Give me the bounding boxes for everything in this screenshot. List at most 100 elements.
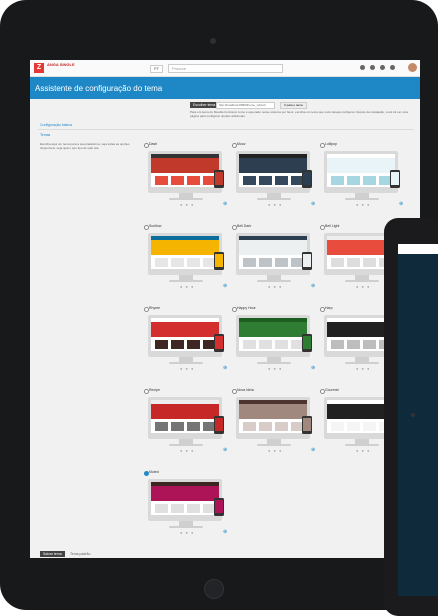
zoom-icon[interactable]: ⊕ xyxy=(311,284,315,289)
theme-card[interactable]: Recipe ● ● ● ⊕ xyxy=(144,388,228,456)
carousel-dots[interactable]: ● ● ● xyxy=(356,367,370,371)
phone-preview-screen xyxy=(215,336,223,349)
preview-block xyxy=(187,258,200,267)
preview-block xyxy=(187,340,200,349)
zoom-icon[interactable]: ⊕ xyxy=(223,366,227,371)
theme-card-header[interactable]: Recipe xyxy=(144,388,228,394)
carousel-dots[interactable]: ● ● ● xyxy=(268,203,282,207)
phone-camera xyxy=(411,413,415,417)
zoom-icon[interactable]: ⊕ xyxy=(223,202,227,207)
theme-card-header[interactable]: Bell Dark xyxy=(232,224,316,230)
theme-card[interactable]: Bell Dark ● ● ● ⊕ xyxy=(232,224,316,292)
go-button[interactable]: Ir para o tema xyxy=(280,102,307,109)
logo-icon[interactable]: Z xyxy=(34,63,44,73)
theme-card[interactable]: Sunflow ● ● ● ⊕ xyxy=(144,224,228,292)
theme-preview[interactable] xyxy=(148,397,222,439)
preview-block xyxy=(187,176,200,185)
preview-block xyxy=(347,258,360,267)
search-input[interactable]: Procure xyxy=(168,64,283,73)
theme-preview[interactable] xyxy=(236,233,310,275)
theme-preview[interactable] xyxy=(148,479,222,521)
theme-card-header[interactable]: Nova Ideia xyxy=(232,388,316,394)
theme-card[interactable]: Moov ● ● ● ⊕ xyxy=(232,142,316,210)
theme-card-header[interactable]: Sunflow xyxy=(144,224,228,230)
theme-name: Recipe xyxy=(149,388,160,392)
preview-hero xyxy=(151,240,219,255)
preview-row xyxy=(243,340,304,349)
monitor-foot xyxy=(169,362,203,364)
theme-card-header[interactable]: Moov xyxy=(232,142,316,148)
zoom-icon[interactable]: ⊕ xyxy=(399,202,403,207)
theme-card[interactable]: Happy Hour ● ● ● ⊕ xyxy=(232,306,316,374)
carousel-dots[interactable]: ● ● ● xyxy=(268,367,282,371)
carousel-dots[interactable]: ● ● ● xyxy=(180,449,194,453)
notification-icon[interactable] xyxy=(360,65,365,70)
preview-block xyxy=(363,422,376,431)
zoom-icon[interactable]: ⊕ xyxy=(311,202,315,207)
theme-preview[interactable] xyxy=(236,151,310,193)
section-themes[interactable]: Temas xyxy=(40,133,50,138)
avatar[interactable] xyxy=(408,63,417,72)
carousel-dots[interactable]: ● ● ● xyxy=(356,285,370,289)
carousel-dots[interactable]: ● ● ● xyxy=(180,203,194,207)
save-button[interactable]: Salvar tema xyxy=(40,551,65,557)
phone-preview xyxy=(214,252,224,270)
theme-card-header[interactable]: Happy Hour xyxy=(232,306,316,312)
carousel-dots[interactable]: ● ● ● xyxy=(268,285,282,289)
preview-block xyxy=(259,176,272,185)
choose-theme-button[interactable]: Escolher tema xyxy=(190,102,219,108)
preview-block xyxy=(155,176,168,185)
theme-card-header[interactable]: Rhyme xyxy=(144,306,228,312)
default-theme-link[interactable]: Tema padrão xyxy=(70,551,90,557)
theme-card[interactable]: Lollipop ● ● ● ⊕ xyxy=(320,142,404,210)
theme-preview-screen xyxy=(151,236,219,269)
message-icon[interactable] xyxy=(370,65,375,70)
preview-block xyxy=(363,176,376,185)
theme-card[interactable]: Nova Ideia ● ● ● ⊕ xyxy=(232,388,316,456)
carousel-dots[interactable]: ● ● ● xyxy=(268,449,282,453)
settings-icon[interactable] xyxy=(380,65,385,70)
help-icon[interactable] xyxy=(390,65,395,70)
theme-preview[interactable] xyxy=(236,397,310,439)
zoom-icon[interactable]: ⊕ xyxy=(223,530,227,535)
theme-card[interactable]: Dash ● ● ● ⊕ xyxy=(144,142,228,210)
theme-preview[interactable] xyxy=(324,151,398,193)
section-general[interactable]: Configuração básica xyxy=(40,123,72,128)
page-banner: Assistente de configuração do tema xyxy=(30,77,420,99)
carousel-dots[interactable]: ● ● ● xyxy=(180,367,194,371)
preview-row xyxy=(331,422,392,431)
zoom-icon[interactable]: ⊕ xyxy=(223,448,227,453)
monitor-foot xyxy=(169,198,203,200)
language-selector[interactable]: PT xyxy=(150,65,164,73)
theme-url-input[interactable]: http://localhost:8080/theme_wizard xyxy=(216,102,275,109)
theme-preview-screen xyxy=(239,154,307,187)
preview-row xyxy=(243,422,304,431)
preview-block xyxy=(259,258,272,267)
zoom-icon[interactable]: ⊕ xyxy=(311,448,315,453)
theme-card-header[interactable]: Dash xyxy=(144,142,228,148)
carousel-dots[interactable]: ● ● ● xyxy=(356,203,370,207)
theme-card[interactable]: Muted ● ● ● ⊕ xyxy=(144,470,228,538)
preview-row xyxy=(331,176,392,185)
theme-preview[interactable] xyxy=(148,233,222,275)
theme-preview[interactable] xyxy=(148,151,222,193)
carousel-dots[interactable]: ● ● ● xyxy=(180,285,194,289)
tablet-frame: Z ANGA SINGLE PT Procure Assistente de c… xyxy=(0,0,438,610)
preview-row xyxy=(243,176,304,185)
theme-card[interactable]: Rhyme ● ● ● ⊕ xyxy=(144,306,228,374)
carousel-dots[interactable]: ● ● ● xyxy=(180,531,194,535)
theme-card-header[interactable]: Lollipop xyxy=(320,142,404,148)
theme-preview-screen xyxy=(151,154,219,187)
phone-preview-screen xyxy=(303,254,311,267)
phone-preview xyxy=(302,252,312,270)
preview-block xyxy=(171,422,184,431)
preview-block xyxy=(243,176,256,185)
theme-preview[interactable] xyxy=(148,315,222,357)
theme-card-header[interactable]: Muted xyxy=(144,470,228,476)
preview-block xyxy=(363,258,376,267)
zoom-icon[interactable]: ⊕ xyxy=(223,284,227,289)
preview-hero xyxy=(151,158,219,173)
theme-preview[interactable] xyxy=(236,315,310,357)
carousel-dots[interactable]: ● ● ● xyxy=(356,449,370,453)
zoom-icon[interactable]: ⊕ xyxy=(311,366,315,371)
